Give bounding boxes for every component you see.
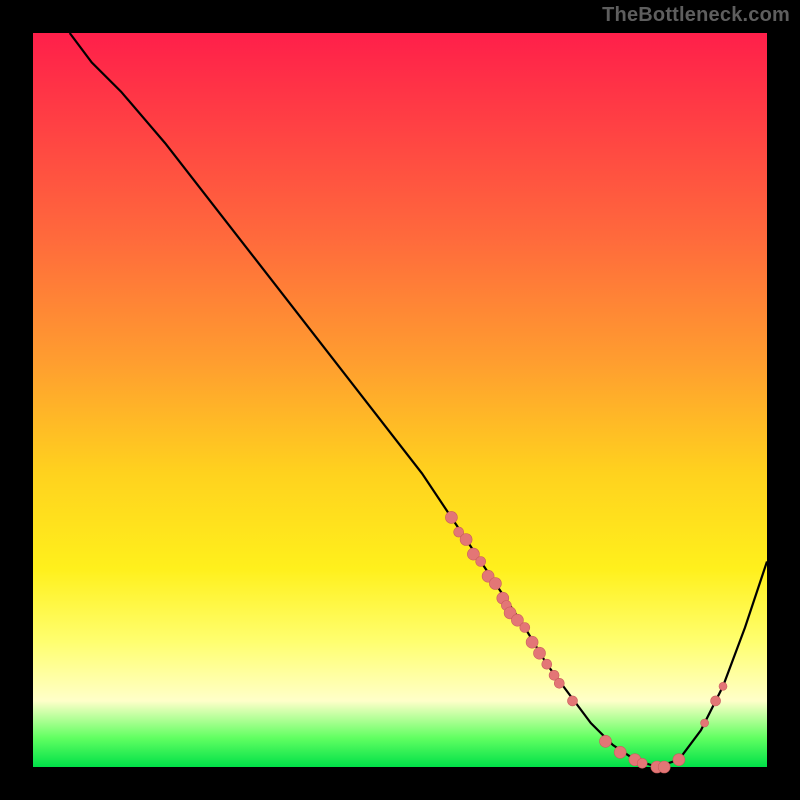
- curve-marker: [554, 678, 564, 688]
- bottleneck-curve: [70, 33, 767, 767]
- page-root: TheBottleneck.com: [0, 0, 800, 800]
- curve-marker: [445, 511, 457, 523]
- curve-marker: [701, 719, 709, 727]
- curve-marker: [658, 761, 670, 773]
- curve-marker: [534, 647, 546, 659]
- curve-marker: [600, 735, 612, 747]
- curve-marker: [526, 636, 538, 648]
- curve-marker: [614, 746, 626, 758]
- curve-marker: [568, 696, 578, 706]
- curve-marker: [520, 623, 530, 633]
- curve-marker: [711, 696, 721, 706]
- curve-marker: [476, 557, 486, 567]
- curve-marker: [460, 534, 472, 546]
- curve-marker: [673, 754, 685, 766]
- chart-svg: [33, 33, 767, 767]
- curve-marker: [719, 682, 727, 690]
- watermark-label: TheBottleneck.com: [602, 4, 790, 27]
- curve-markers: [445, 511, 727, 773]
- curve-marker: [489, 578, 501, 590]
- curve-marker: [637, 758, 647, 768]
- curve-marker: [542, 659, 552, 669]
